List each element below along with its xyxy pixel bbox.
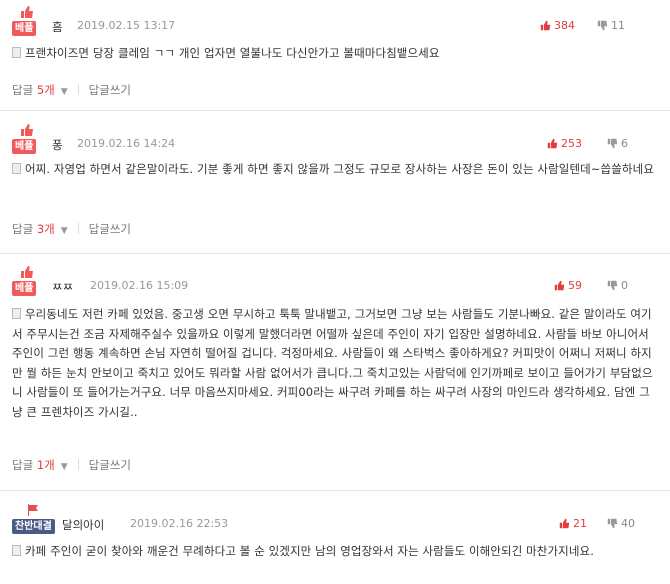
comment-body: 우리동네도 저런 카페 있었음. 중고생 오면 무시하고 툭툭 말내뱉고, 그거… xyxy=(12,305,654,422)
like-count: 253 xyxy=(561,137,582,150)
comment-item: 베플 흠 2019.02.15 13:17 384 11 프랜차이즈면 당장 클… xyxy=(0,0,670,110)
comment-body: 카페 주인이 굳이 찾아와 깨운건 무례하다고 볼 순 있겠지만 남의 영업장와… xyxy=(12,542,654,562)
document-icon xyxy=(12,163,21,174)
chevron-down-icon: ▼ xyxy=(60,462,68,472)
comment-author[interactable]: 퐁 xyxy=(52,137,63,153)
thumbs-up-icon xyxy=(21,266,33,278)
dislike-button[interactable]: 11 xyxy=(597,19,625,32)
like-button[interactable]: 59 xyxy=(554,279,582,292)
thumbs-up-icon xyxy=(540,20,551,31)
write-reply-button[interactable]: 답글쓰기 xyxy=(89,458,131,472)
reply-toggle[interactable]: 답글 5개 ▼ xyxy=(12,83,68,97)
dislike-count: 40 xyxy=(621,517,635,530)
comment-author[interactable]: 달의아이 xyxy=(62,517,104,533)
divider xyxy=(0,253,670,254)
like-count: 59 xyxy=(568,279,582,292)
write-reply-button[interactable]: 답글쓰기 xyxy=(89,83,131,97)
comment-item: 베플 퐁 2019.02.16 14:24 253 6 어찌. 자영업 하면서 … xyxy=(0,118,670,253)
dislike-button[interactable]: 40 xyxy=(607,517,635,530)
document-icon xyxy=(12,308,21,319)
comment-date: 2019.02.16 15:09 xyxy=(90,279,189,292)
dislike-button[interactable]: 6 xyxy=(607,137,628,150)
thumbs-up-icon xyxy=(554,280,565,291)
write-reply-button[interactable]: 답글쓰기 xyxy=(89,222,131,236)
comment-text: 카페 주인이 굳이 찾아와 깨운건 무례하다고 볼 순 있겠지만 남의 영업장와… xyxy=(25,544,594,558)
divider xyxy=(77,223,79,234)
comment-date: 2019.02.15 13:17 xyxy=(77,19,176,32)
thumbs-up-icon xyxy=(21,124,33,136)
reply-count: 5개 xyxy=(36,83,55,97)
like-button[interactable]: 21 xyxy=(559,517,587,530)
divider xyxy=(0,110,670,111)
badge-label: 찬반대결 xyxy=(12,519,55,534)
comment-text: 우리동네도 저런 카페 있었음. 중고생 오면 무시하고 툭툭 말내뱉고, 그거… xyxy=(12,307,653,419)
comment-author[interactable]: ㅉㅉ xyxy=(52,279,73,295)
comment-text: 어찌. 자영업 하면서 같은말이라도. 기분 좋게 하면 좋지 않을까 그정도 … xyxy=(25,162,654,176)
thumbs-up-icon xyxy=(21,6,33,18)
like-button[interactable]: 384 xyxy=(540,19,575,32)
reply-count: 1개 xyxy=(36,458,55,472)
dislike-button[interactable]: 0 xyxy=(607,279,628,292)
document-icon xyxy=(12,47,21,58)
dislike-count: 0 xyxy=(621,279,628,292)
badge-label: 베플 xyxy=(12,21,37,36)
comment-date: 2019.02.16 22:53 xyxy=(130,517,229,530)
thumbs-down-icon xyxy=(607,280,618,291)
like-button[interactable]: 253 xyxy=(547,137,582,150)
divider xyxy=(77,84,79,95)
comment-item: 베플 ㅉㅉ 2019.02.16 15:09 59 0 우리동네도 저런 카페 … xyxy=(0,260,670,490)
reply-toggle[interactable]: 답글 3개 ▼ xyxy=(12,222,68,236)
dislike-count: 11 xyxy=(611,19,625,32)
reply-count: 3개 xyxy=(36,222,55,236)
reply-toggle[interactable]: 답글 1개 ▼ xyxy=(12,458,68,472)
badge-label: 베플 xyxy=(12,281,37,296)
reply-bar: 답글 5개 ▼ 답글쓰기 xyxy=(12,82,131,98)
reply-bar: 답글 3개 ▼ 답글쓰기 xyxy=(12,221,131,237)
thumbs-up-icon xyxy=(547,138,558,149)
best-badge: 베플 xyxy=(12,6,42,36)
thumbs-down-icon xyxy=(597,20,608,31)
dislike-count: 6 xyxy=(621,137,628,150)
debate-badge: 찬반대결 xyxy=(12,504,58,534)
comment-date: 2019.02.16 14:24 xyxy=(77,137,176,150)
thumbs-down-icon xyxy=(607,138,618,149)
like-count: 384 xyxy=(554,19,575,32)
thumbs-down-icon xyxy=(607,518,618,529)
badge-label: 베플 xyxy=(12,139,37,154)
comment-item: 찬반대결 달의아이 2019.02.16 22:53 21 40 카페 주인이 … xyxy=(0,498,670,584)
chevron-down-icon: ▼ xyxy=(60,87,68,97)
reply-bar: 답글 1개 ▼ 답글쓰기 xyxy=(12,457,131,473)
divider xyxy=(0,490,670,491)
comment-body: 어찌. 자영업 하면서 같은말이라도. 기분 좋게 하면 좋지 않을까 그정도 … xyxy=(12,160,654,180)
like-count: 21 xyxy=(573,517,587,530)
divider xyxy=(77,459,79,470)
best-badge: 베플 xyxy=(12,266,42,296)
comment-text: 프랜차이즈면 당장 클레임 ㄱㄱ 개인 업자면 열불나도 다신안가고 볼때마다침… xyxy=(25,46,440,60)
comment-body: 프랜차이즈면 당장 클레임 ㄱㄱ 개인 업자면 열불나도 다신안가고 볼때마다침… xyxy=(12,44,654,64)
comment-author[interactable]: 흠 xyxy=(52,19,63,35)
best-badge: 베플 xyxy=(12,124,42,154)
thumbs-up-icon xyxy=(559,518,570,529)
document-icon xyxy=(12,545,21,556)
flag-icon xyxy=(28,504,38,516)
chevron-down-icon: ▼ xyxy=(60,226,68,236)
